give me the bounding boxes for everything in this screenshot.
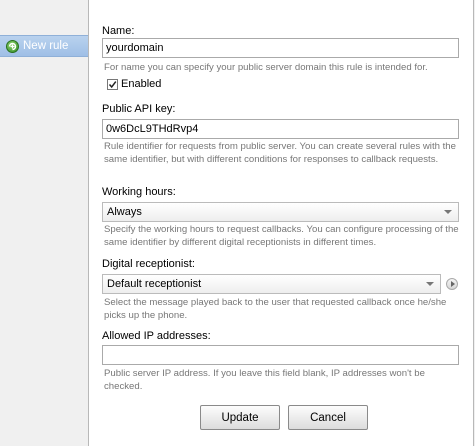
name-field[interactable]: yourdomain [102,38,459,58]
allowed-ip-hint: Public server IP address. If you leave t… [104,368,425,392]
api-key-field[interactable]: 0w6DcL9THdRvp4 [102,119,459,139]
cancel-button[interactable]: Cancel [288,405,368,430]
api-key-label: Public API key: [102,103,176,115]
update-button[interactable]: Update [200,405,280,430]
chevron-down-icon[interactable] [420,275,440,293]
play-icon[interactable] [446,278,458,290]
chevron-down-icon[interactable] [438,203,458,221]
sidebar-item-new-rule[interactable]: New rule [0,35,88,57]
enabled-checkbox[interactable] [107,79,118,90]
working-hours-hint: Specify the working hours to request cal… [104,224,459,248]
working-hours-label: Working hours: [102,186,176,198]
sidebar-item-label: New rule [23,40,69,52]
working-hours-value: Always [107,206,142,218]
receptionist-value: Default receptionist [107,278,202,290]
name-label: Name: [102,25,135,37]
allowed-ip-field[interactable] [102,345,459,365]
enabled-label[interactable]: Enabled [121,78,161,90]
add-circle-icon [6,39,19,53]
receptionist-select[interactable]: Default receptionist [102,274,441,294]
allowed-ip-label: Allowed IP addresses: [102,330,211,342]
receptionist-hint: Select the message played back to the us… [104,297,447,321]
working-hours-select[interactable]: Always [102,202,459,222]
check-icon [108,81,117,89]
receptionist-label: Digital receptionist: [102,258,195,270]
api-key-hint: Rule identifier for requests from public… [104,141,456,165]
name-hint: For name you can specify your public ser… [104,62,428,73]
